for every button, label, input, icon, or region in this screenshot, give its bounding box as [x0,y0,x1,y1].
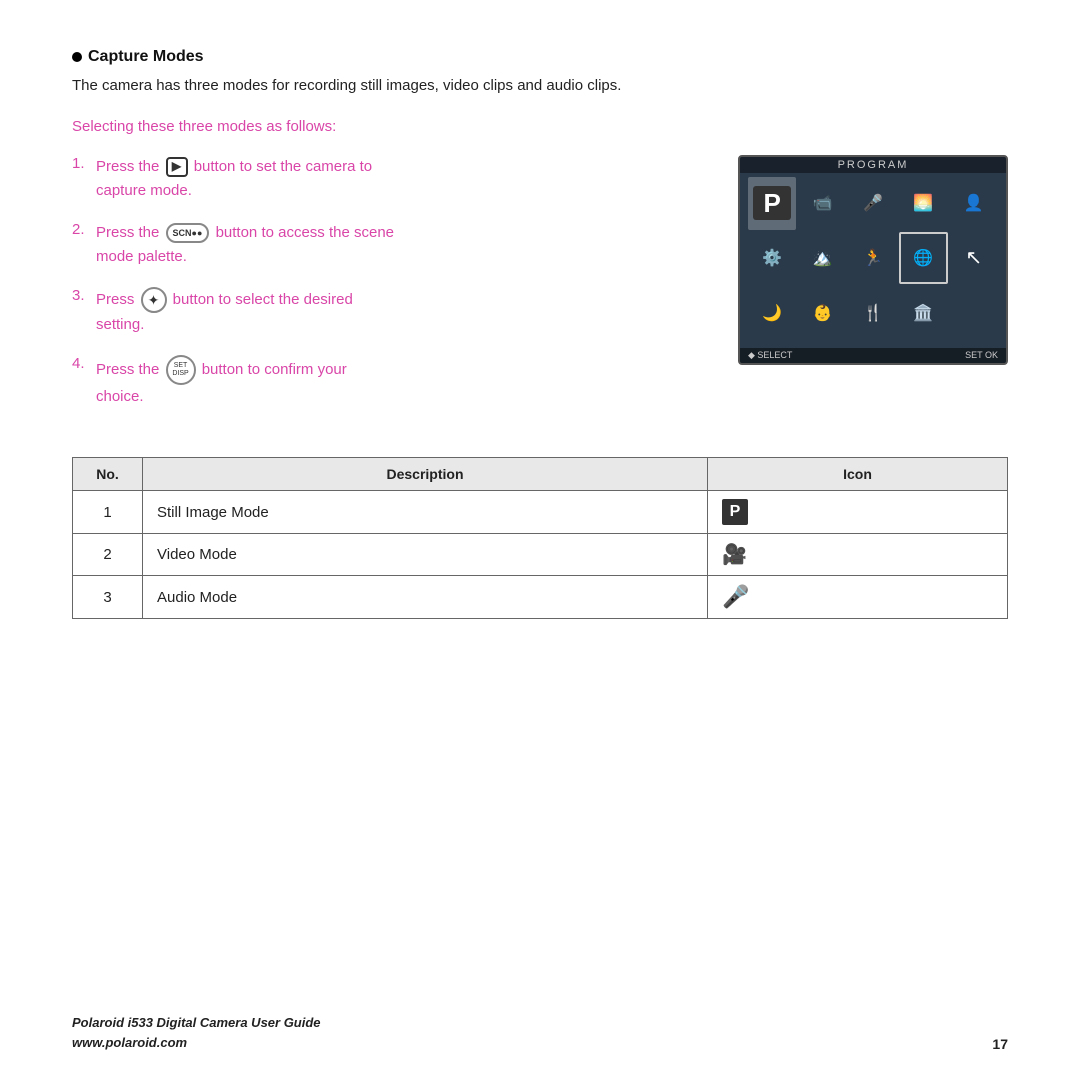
page-footer: Polaroid i533 Digital Camera User Guide … [72,1013,1008,1052]
step-2-number: 2. [72,221,90,238]
audio-mode-icon: 🎤 [722,584,749,609]
row1-icon: P [708,491,1008,534]
cursor-position: ↖ [950,232,998,285]
sub-heading: Selecting these three modes as follows: [72,118,1008,135]
table-row: 1 Still Image Mode P [73,491,1008,534]
grid-mountain-icon: 🏔️ [798,232,846,285]
intro-text: The camera has three modes for recording… [72,74,1008,98]
camera-screen-column: PROGRAM P 📹 🎤 🌅 👤 ⚙️ 🏔️ 🏃 🌐 ↖ [738,155,1008,427]
p-mode-icon: P [753,186,791,220]
table-header-row: No. Description Icon [73,458,1008,491]
step-1-text: Press the ▶ button to set the camera toc… [96,155,372,203]
grid-run-icon: 🏃 [849,232,897,285]
page-content: Capture Modes The camera has three modes… [0,0,1080,659]
program-label: PROGRAM [740,157,1006,173]
grid-mic-icon: 🎤 [849,177,897,230]
row3-no: 3 [73,576,143,619]
table-row: 3 Audio Mode 🎤 [73,576,1008,619]
step-4-text: Press the SETDISP button to confirm your… [96,355,347,409]
table-header-description: Description [143,458,708,491]
camera-bottom-bar: ◆ SELECT SET OK [740,348,1006,363]
grid-scene3-icon: 🌐 [899,232,947,285]
steps-column: 1. Press the ▶ button to set the camera … [72,155,708,427]
step-1-number: 1. [72,155,90,172]
video-mode-icon: 🎥 [722,544,747,566]
capture-modes-title: Capture Modes [88,48,204,66]
camera-screen: PROGRAM P 📹 🎤 🌅 👤 ⚙️ 🏔️ 🏃 🌐 ↖ [738,155,1008,365]
section-title: Capture Modes [72,48,1008,66]
set-button-icon: SETDISP [166,355,196,385]
modes-table: No. Description Icon 1 Still Image Mode … [72,457,1008,619]
row3-icon: 🎤 [708,576,1008,619]
step-4-number: 4. [72,355,90,372]
grid-p-icon: P [748,177,796,230]
grid-video-icon: 📹 [798,177,846,230]
ok-label: SET OK [965,350,998,361]
row3-description: Audio Mode [143,576,708,619]
row2-icon: 🎥 [708,534,1008,576]
step-3-text: Press ✦ button to select the desiredsett… [96,287,353,337]
step-2-text: Press the SCN●● button to access the sce… [96,221,394,269]
step-2: 2. Press the SCN●● button to access the … [72,221,708,269]
row2-no: 2 [73,534,143,576]
content-area: 1. Press the ▶ button to set the camera … [72,155,1008,427]
step-3: 3. Press ✦ button to select the desireds… [72,287,708,337]
footer-title: Polaroid i533 Digital Camera User Guide [72,1013,321,1033]
camera-icon-grid: P 📹 🎤 🌅 👤 ⚙️ 🏔️ 🏃 🌐 ↖ 🌙 👶 🍴 [748,177,998,339]
still-image-icon: P [722,499,748,525]
grid-child-icon: 👶 [798,286,846,339]
nav-button-icon: ✦ [141,287,167,313]
footer-url: www.polaroid.com [72,1033,321,1053]
play-button-icon: ▶ [166,157,188,177]
row1-no: 1 [73,491,143,534]
grid-scene2-icon: 👤 [950,177,998,230]
footer-left: Polaroid i533 Digital Camera User Guide … [72,1013,321,1052]
scn-button-icon: SCN●● [166,223,210,243]
table-header-no: No. [73,458,143,491]
grid-settings-icon: ⚙️ [748,232,796,285]
step-4: 4. Press the SETDISP button to confirm y… [72,355,708,409]
grid-food-icon: 🍴 [849,286,897,339]
step-3-number: 3. [72,287,90,304]
select-label: ◆ SELECT [748,350,792,361]
bullet-icon [72,52,82,62]
table-row: 2 Video Mode 🎥 [73,534,1008,576]
grid-extra-icon [950,286,998,339]
grid-scene1-icon: 🌅 [899,177,947,230]
row1-description: Still Image Mode [143,491,708,534]
row2-description: Video Mode [143,534,708,576]
grid-building-icon: 🏛️ [899,286,947,339]
step-1: 1. Press the ▶ button to set the camera … [72,155,708,203]
grid-night-icon: 🌙 [748,286,796,339]
table-header-icon: Icon [708,458,1008,491]
footer-page-number: 17 [992,1036,1008,1052]
